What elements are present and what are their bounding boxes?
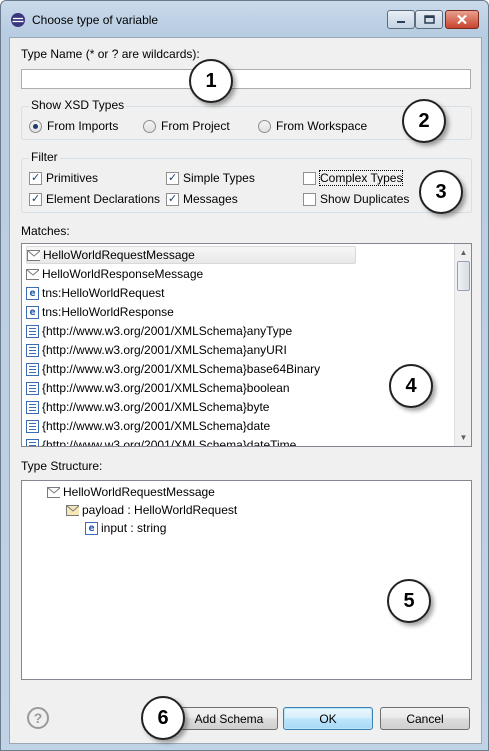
title-bar[interactable]: Choose type of variable [1, 1, 488, 37]
type-name-input[interactable] [21, 69, 471, 89]
type-icon [26, 438, 39, 446]
match-item[interactable]: {http://www.w3.org/2001/XMLSchema}anyURI [26, 341, 287, 359]
callout-3: 3 [419, 170, 463, 214]
type-icon [26, 381, 39, 395]
checkbox-checked-icon [166, 171, 179, 185]
scroll-thumb[interactable] [457, 261, 470, 291]
checkbox-simple-types[interactable]: Simple Types [166, 171, 255, 185]
callout-2: 2 [402, 99, 446, 143]
checkbox-icon [303, 192, 316, 206]
match-item[interactable]: HelloWorldResponseMessage [26, 265, 203, 283]
matches-label: Matches: [21, 224, 70, 238]
scroll-up-icon[interactable]: ▲ [455, 244, 471, 261]
type-icon [26, 343, 39, 357]
message-icon [26, 268, 39, 281]
checkbox-complex-types[interactable]: Complex Types [303, 170, 404, 186]
match-item[interactable]: {http://www.w3.org/2001/XMLSchema}anyTyp… [26, 322, 292, 340]
type-icon [26, 362, 39, 376]
ok-button[interactable]: OK [283, 707, 373, 730]
add-schema-button[interactable]: Add Schema [180, 707, 278, 730]
message-icon [47, 486, 60, 499]
eclipse-app-icon [11, 13, 25, 27]
help-icon[interactable]: ? [27, 707, 49, 729]
type-name-label: Type Name (* or ? are wildcards): [21, 47, 200, 61]
match-item[interactable]: HelloWorldRequestMessage [26, 246, 356, 264]
radio-from-imports[interactable]: From Imports [29, 119, 118, 133]
match-item[interactable]: {http://www.w3.org/2001/XMLSchema}dateTi… [26, 436, 296, 446]
checkbox-checked-icon [29, 192, 42, 206]
matches-list[interactable]: ▲ ▼ HelloWorldRequestMessage HelloWorldRe… [21, 243, 472, 447]
scroll-down-icon[interactable]: ▼ [455, 429, 471, 446]
close-icon [457, 14, 467, 25]
tree-node[interactable]: e input : string [85, 519, 166, 537]
radio-from-project[interactable]: From Project [143, 119, 230, 133]
type-icon [26, 419, 39, 433]
checkbox-show-duplicates[interactable]: Show Duplicates [303, 192, 409, 206]
callout-5: 5 [387, 579, 431, 623]
match-item[interactable]: {http://www.w3.org/2001/XMLSchema}byte [26, 398, 269, 416]
checkbox-messages[interactable]: Messages [166, 192, 238, 206]
element-icon: e [85, 521, 98, 535]
window-title: Choose type of variable [32, 13, 159, 27]
minimize-button[interactable] [387, 10, 415, 29]
match-item[interactable]: e tns:HelloWorldResponse [26, 303, 174, 321]
checkbox-checked-icon [29, 171, 42, 185]
callout-4: 4 [389, 364, 433, 408]
type-icon [26, 324, 39, 338]
match-item[interactable]: {http://www.w3.org/2001/XMLSchema}base64… [26, 360, 320, 378]
callout-1: 1 [189, 59, 233, 103]
type-icon [26, 400, 39, 414]
radio-icon [258, 119, 271, 133]
match-item[interactable]: e tns:HelloWorldRequest [26, 284, 165, 302]
checkbox-primitives[interactable]: Primitives [29, 171, 98, 185]
match-item[interactable]: {http://www.w3.org/2001/XMLSchema}date [26, 417, 270, 435]
maximize-icon [423, 15, 435, 24]
tree-node[interactable]: HelloWorldRequestMessage [47, 483, 215, 501]
radio-from-workspace[interactable]: From Workspace [258, 119, 367, 133]
cancel-button[interactable]: Cancel [380, 707, 470, 730]
match-item[interactable]: {http://www.w3.org/2001/XMLSchema}boolea… [26, 379, 290, 397]
maximize-button[interactable] [415, 10, 443, 29]
part-icon [66, 504, 79, 517]
callout-6: 6 [141, 696, 185, 740]
type-structure-label: Type Structure: [21, 459, 103, 473]
close-button[interactable] [445, 10, 479, 29]
tree-node[interactable]: payload : HelloWorldRequest [66, 501, 237, 519]
message-icon [27, 249, 40, 262]
minimize-icon [397, 20, 405, 23]
matches-scrollbar[interactable]: ▲ ▼ [454, 244, 471, 446]
checkbox-checked-icon [166, 192, 179, 206]
radio-selected-icon [29, 119, 42, 133]
filter-title: Filter [29, 150, 60, 164]
checkbox-element-declarations[interactable]: Element Declarations [29, 192, 160, 206]
element-icon: e [26, 305, 39, 319]
element-icon: e [26, 286, 39, 300]
show-xsd-types-title: Show XSD Types [29, 98, 127, 112]
checkbox-icon [303, 171, 316, 185]
radio-icon [143, 119, 156, 133]
